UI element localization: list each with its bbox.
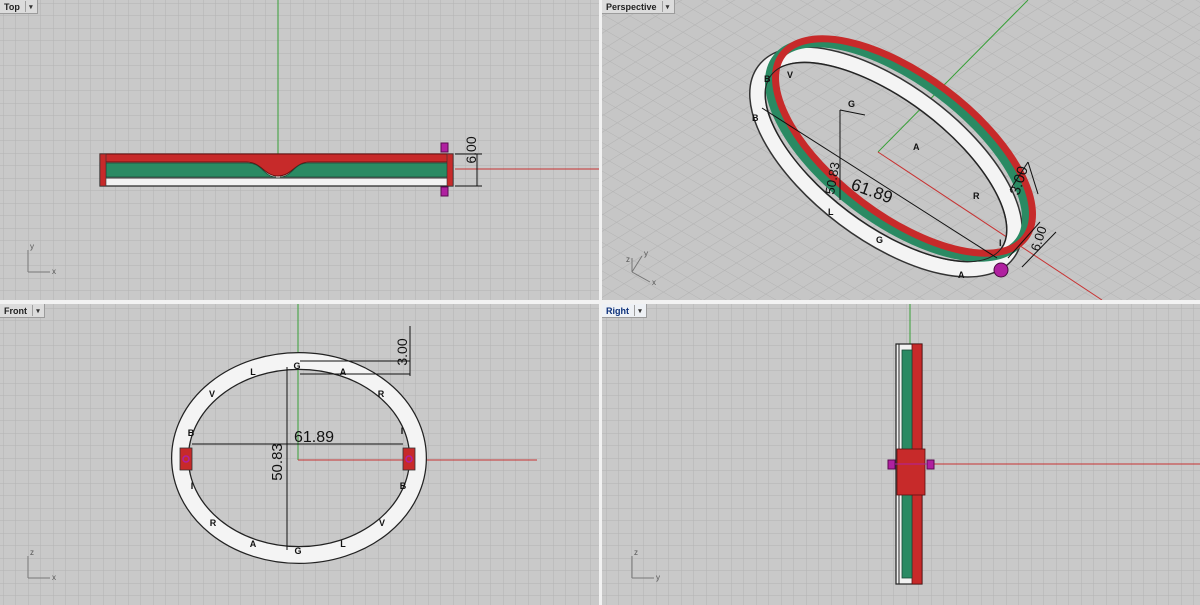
viewport-perspective[interactable]: Perspective ▾ B V G A R I B L G A 61.89 … (602, 0, 1200, 300)
svg-text:G: G (293, 361, 300, 371)
svg-text:L: L (250, 367, 256, 377)
svg-text:B: B (752, 113, 759, 123)
svg-text:x: x (52, 267, 56, 276)
svg-text:B: B (400, 481, 407, 491)
viewport-tab-top[interactable]: Top ▾ (0, 0, 38, 14)
viewport-top[interactable]: Top ▾ 6.00 x y (0, 0, 599, 300)
svg-text:x: x (652, 278, 656, 287)
svg-text:61.89: 61.89 (294, 429, 334, 446)
viewport-label-right: Right (606, 305, 629, 316)
svg-text:z: z (626, 255, 630, 264)
svg-text:V: V (787, 70, 793, 80)
viewport-front[interactable]: Front ▾ B V L G A R I B V L G A R I 61.8… (0, 304, 599, 605)
svg-text:50.83: 50.83 (269, 443, 286, 481)
svg-text:L: L (828, 207, 834, 217)
bangle-top-view[interactable] (99, 153, 454, 187)
svg-text:G: G (294, 546, 301, 556)
svg-text:R: R (973, 191, 980, 201)
svg-text:V: V (209, 389, 215, 399)
viewport-splitter-horizontal[interactable] (0, 300, 1200, 304)
svg-text:z: z (634, 548, 638, 557)
viewport-label-front: Front (4, 305, 27, 316)
svg-text:R: R (378, 389, 385, 399)
svg-text:I: I (191, 481, 194, 491)
svg-text:B: B (188, 428, 195, 438)
svg-text:R: R (210, 518, 217, 528)
viewport-tab-perspective[interactable]: Perspective ▾ (602, 0, 675, 14)
viewport-tab-front[interactable]: Front ▾ (0, 304, 45, 318)
viewport-menu-dropdown-icon[interactable]: ▾ (634, 305, 645, 316)
viewport-right[interactable]: Right ▾ y z (602, 304, 1200, 605)
svg-text:y: y (30, 242, 34, 251)
svg-text:V: V (379, 518, 385, 528)
svg-text:L: L (340, 539, 346, 549)
perspective-view-canvas[interactable]: B V G A R I B L G A 61.89 50.83 3.00 6.0… (602, 0, 1200, 300)
viewport-tab-right[interactable]: Right ▾ (602, 304, 647, 318)
svg-text:I: I (999, 238, 1002, 248)
svg-text:I: I (401, 426, 404, 436)
svg-text:3.00: 3.00 (394, 338, 410, 365)
svg-text:y: y (656, 573, 660, 582)
viewport-menu-dropdown-icon[interactable]: ▾ (661, 1, 673, 12)
dimension-label: 6.00 (463, 136, 479, 163)
viewport-label-perspective: Perspective (606, 1, 657, 12)
viewport-menu-dropdown-icon[interactable]: ▾ (24, 1, 36, 12)
right-view-canvas[interactable]: y z (602, 304, 1200, 605)
svg-text:G: G (848, 99, 855, 109)
svg-text:A: A (340, 367, 347, 377)
svg-text:z: z (30, 548, 34, 557)
svg-text:A: A (958, 270, 965, 280)
viewport-menu-dropdown-icon[interactable]: ▾ (32, 305, 43, 316)
viewport-label-top: Top (4, 1, 20, 12)
front-view-canvas[interactable]: B V L G A R I B V L G A R I 61.89 50.83 (0, 304, 599, 605)
svg-text:A: A (250, 539, 257, 549)
svg-text:B: B (764, 74, 771, 84)
svg-text:x: x (52, 573, 56, 582)
svg-text:G: G (876, 235, 883, 245)
svg-text:y: y (644, 249, 648, 258)
top-view-canvas[interactable]: 6.00 x y (0, 0, 599, 300)
svg-text:A: A (913, 142, 920, 152)
